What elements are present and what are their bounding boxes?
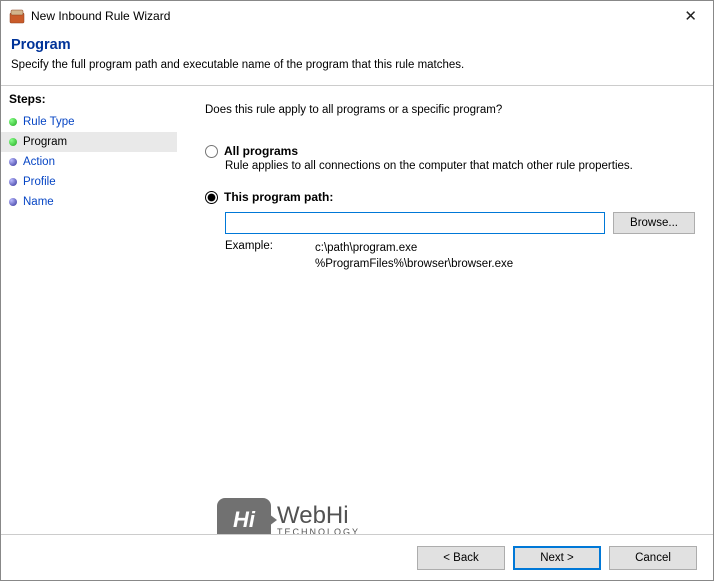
cancel-button[interactable]: Cancel	[609, 546, 697, 570]
footer: < Back Next > Cancel	[1, 534, 713, 580]
option-path-row[interactable]: This program path:	[205, 190, 695, 204]
bullet-icon	[9, 118, 17, 126]
sidebar-item-rule-type[interactable]: Rule Type	[1, 112, 177, 132]
sidebar: Steps: Rule Type Program Action Profile …	[1, 86, 177, 525]
bullet-icon	[9, 158, 17, 166]
bullet-icon	[9, 138, 17, 146]
bullet-icon	[9, 198, 17, 206]
page-subtitle: Specify the full program path and execut…	[11, 59, 703, 71]
sidebar-item-program[interactable]: Program	[1, 132, 177, 152]
next-button[interactable]: Next >	[513, 546, 601, 570]
option-all-row[interactable]: All programs	[205, 144, 695, 158]
option-program-path: This program path: Browse... Example: c:…	[205, 190, 695, 272]
example-path-2: %ProgramFiles%\browser\browser.exe	[315, 256, 513, 272]
browse-button[interactable]: Browse...	[613, 212, 695, 234]
radio-program-path[interactable]	[205, 191, 218, 204]
header-area: Program Specify the full program path an…	[1, 31, 713, 81]
close-icon[interactable]: ✕	[676, 5, 705, 27]
example-path-1: c:\path\program.exe	[315, 240, 513, 256]
app-icon	[9, 8, 25, 24]
option-all-desc: Rule applies to all connections on the c…	[225, 160, 695, 172]
sidebar-item-name[interactable]: Name	[1, 192, 177, 212]
question-text: Does this rule apply to all programs or …	[205, 104, 695, 116]
steps-header: Steps:	[1, 90, 177, 112]
page-heading: Program	[11, 37, 703, 53]
sidebar-item-action[interactable]: Action	[1, 152, 177, 172]
example-label: Example:	[225, 240, 285, 272]
sidebar-item-label: Action	[23, 156, 55, 168]
sidebar-item-label: Profile	[23, 176, 56, 188]
sidebar-item-profile[interactable]: Profile	[1, 172, 177, 192]
sidebar-item-label: Program	[23, 136, 67, 148]
option-path-label: This program path:	[224, 190, 333, 204]
back-button[interactable]: < Back	[417, 546, 505, 570]
option-all-programs: All programs Rule applies to all connect…	[205, 144, 695, 172]
radio-all-programs[interactable]	[205, 145, 218, 158]
content-area: Does this rule apply to all programs or …	[177, 86, 713, 525]
example-paths: c:\path\program.exe %ProgramFiles%\brows…	[315, 240, 513, 272]
window-title: New Inbound Rule Wizard	[31, 9, 676, 23]
sidebar-item-label: Name	[23, 196, 54, 208]
option-all-label: All programs	[224, 144, 298, 158]
program-path-input[interactable]	[225, 212, 605, 234]
sidebar-item-label: Rule Type	[23, 116, 75, 128]
bullet-icon	[9, 178, 17, 186]
titlebar: New Inbound Rule Wizard ✕	[1, 1, 713, 31]
